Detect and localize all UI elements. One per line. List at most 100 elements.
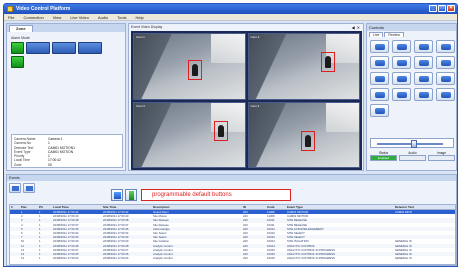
programmable-button-1[interactable] (111, 189, 123, 201)
event-info-box: Camera Name Camera 1 Camera No 1 Detector … (11, 134, 123, 168)
ptz-right-button[interactable] (414, 40, 433, 53)
zoom-out-button[interactable] (370, 56, 389, 69)
iris-close-button[interactable] (370, 72, 389, 85)
close-icon[interactable]: × (447, 5, 455, 12)
col-header[interactable]: Description (152, 205, 242, 209)
video-close-icon[interactable]: ✕ (357, 25, 360, 30)
col-header[interactable]: Detector Text (394, 205, 454, 209)
camera-grid: Cam 1 Cam 2 Cam 3 Cam 4 (131, 31, 362, 170)
info-key: Zone (14, 162, 22, 167)
refresh-icon (26, 186, 33, 191)
menu-view[interactable]: View (53, 15, 62, 20)
status-col-image: Image (428, 151, 455, 161)
menu-connection[interactable]: Connection (23, 15, 43, 20)
events-refresh-button[interactable] (23, 183, 35, 193)
control-button-grid (370, 40, 455, 117)
alarm-button-1[interactable] (26, 42, 50, 54)
preset-1-button[interactable] (392, 72, 411, 85)
audio-value[interactable] (399, 155, 426, 161)
speed-slider[interactable] (370, 138, 454, 148)
prog-action-icon (114, 192, 121, 199)
col-header[interactable]: Local Time (52, 205, 102, 209)
camera-label: Cam 2 (250, 35, 260, 39)
col-header[interactable]: Pan (20, 205, 38, 209)
status-row: Status Enabled Audio Image (370, 151, 455, 161)
focus-far-button[interactable] (414, 56, 433, 69)
table-cell (10, 256, 20, 260)
menu-help[interactable]: Help (136, 15, 144, 20)
camera-control-icon (419, 60, 429, 66)
minimize-icon[interactable]: _ (429, 5, 437, 12)
menu-bar: File Connection View Live Video Audio To… (4, 14, 457, 21)
camera-label: Cam 3 (136, 103, 145, 108)
alarm-active-button[interactable] (11, 42, 24, 54)
slider-thumb[interactable] (411, 140, 417, 148)
col-header[interactable]: ID (242, 205, 266, 209)
programmable-button-2[interactable] (125, 189, 137, 201)
alarm-zone-button[interactable] (11, 56, 24, 68)
detection-box (300, 130, 315, 151)
menu-audio[interactable]: Audio (98, 15, 108, 20)
audio-button[interactable] (370, 104, 389, 117)
camera-view-3[interactable]: Cam 3 (133, 101, 246, 168)
alarm-buttons-row2 (11, 56, 24, 68)
detection-box (214, 120, 228, 141)
alarm-button-2[interactable] (52, 42, 76, 54)
camera-control-icon (397, 44, 407, 50)
title-bar: Video Control Platform _ □ × (4, 4, 457, 14)
zoom-in-button[interactable] (436, 40, 455, 53)
event-video-display: Event Video Display ◀ ✕ Cam 1 Cam 2 Cam … (128, 23, 364, 171)
events-filter-button[interactable] (9, 183, 21, 193)
info-value: Camera 1 (48, 137, 63, 141)
table-cell: 14 (21, 256, 25, 261)
col-header[interactable]: Code (266, 205, 286, 209)
ptz-up-button[interactable] (392, 40, 411, 53)
alarm-buttons (11, 42, 102, 54)
menu-live-video[interactable]: Live Video (70, 15, 89, 20)
col-header[interactable]: Event Type (286, 205, 394, 209)
snapshot-button[interactable] (392, 88, 411, 101)
table-cell: 10015 (267, 256, 275, 261)
camera-control-icon (419, 76, 429, 82)
video-back-icon[interactable]: ◀ (352, 25, 355, 30)
preset-2-button[interactable] (414, 72, 433, 85)
video-tools: ◀ ✕ (352, 25, 360, 30)
focus-near-button[interactable] (392, 56, 411, 69)
col-header[interactable]: # (10, 205, 20, 209)
playback-button[interactable] (414, 88, 433, 101)
ptz-left-button[interactable] (370, 40, 389, 53)
table-cell: 1 (39, 256, 41, 261)
menu-file[interactable]: File (8, 15, 14, 20)
camera-view-1[interactable]: Cam 1 (133, 33, 246, 100)
maximize-icon[interactable]: □ (438, 5, 446, 12)
table-cell: 22/08/2011 17:00:24 (53, 256, 79, 261)
stop-button[interactable] (436, 88, 455, 101)
tab-zone[interactable]: Zone (9, 25, 33, 32)
tab-review[interactable]: Review (384, 32, 404, 37)
camera-view-2[interactable]: Cam 2 (247, 33, 360, 100)
detection-box (188, 60, 202, 80)
menu-tools[interactable]: Tools (117, 15, 126, 20)
window-controls: _ □ × (429, 5, 455, 12)
alarm-button-3[interactable] (78, 42, 102, 54)
events-table: # Pan Pri Local Time Site Time Descripti… (9, 204, 456, 265)
record-button[interactable] (370, 88, 389, 101)
camera-view-4[interactable]: Cam 4 (247, 101, 360, 168)
tab-live[interactable]: Live (369, 32, 384, 37)
info-value: 00 (48, 162, 52, 167)
table-row[interactable]: 14 1 22/08/2011 17:00:24 22/08/2011 17:00:2… (10, 256, 455, 260)
table-body: 1 1 22/08/2011 17:00:42 22/08/2011 17:00:42… (10, 210, 455, 260)
iris-open-button[interactable] (436, 56, 455, 69)
preset-3-button[interactable] (436, 72, 455, 85)
controls-panel: Controls Live Review Status Enabled Audi… (366, 23, 457, 171)
camera-control-icon (419, 92, 429, 98)
slider-track (377, 143, 443, 145)
col-header[interactable]: Site Time (102, 205, 152, 209)
programmable-buttons (111, 189, 137, 201)
camera-control-icon (441, 44, 451, 50)
video-display-label: Event Video Display (131, 25, 163, 29)
filter-icon (12, 186, 19, 191)
window-title: Video Control Platform (16, 6, 71, 12)
image-value[interactable] (428, 155, 455, 161)
col-header[interactable]: Pri (38, 205, 52, 209)
